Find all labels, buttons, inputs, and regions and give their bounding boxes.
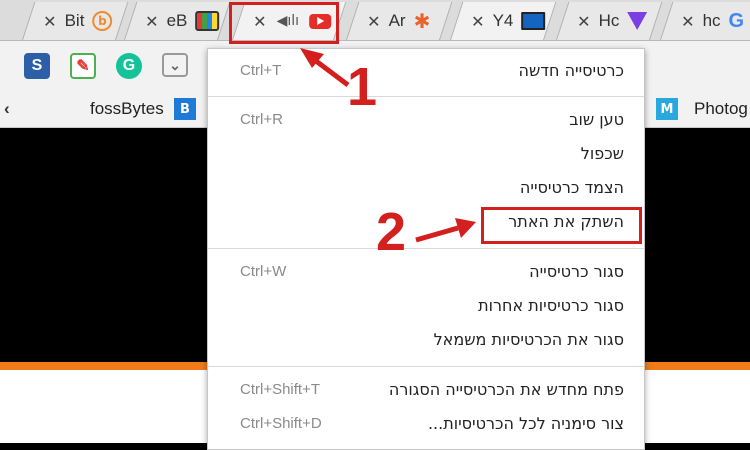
arrow-1-line — [310, 56, 350, 87]
arrow-2-head — [455, 218, 476, 238]
annotation-step-2: 2 — [376, 202, 407, 262]
arrow-2-line — [415, 225, 459, 243]
annotation-step-1: 1 — [347, 57, 378, 117]
